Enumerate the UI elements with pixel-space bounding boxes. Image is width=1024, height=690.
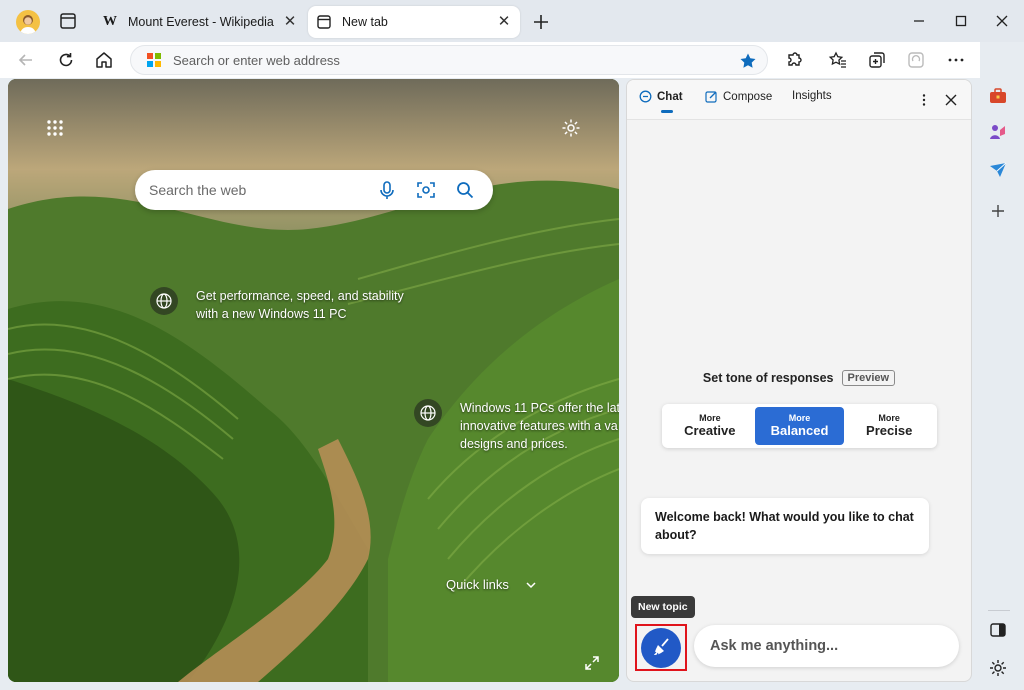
tab-title: New tab (342, 15, 388, 29)
tone-balanced-button[interactable]: More Balanced (754, 407, 845, 445)
info-card-line: Get performance, speed, and stability (196, 289, 404, 303)
sidebar-settings-gear-icon[interactable] (988, 658, 1008, 678)
compose-icon (705, 91, 717, 103)
games-icon[interactable] (988, 122, 1008, 142)
add-sidebar-item-icon[interactable] (988, 201, 1008, 221)
tab-chat[interactable]: Chat (639, 90, 683, 113)
tab-wikipedia[interactable]: W Mount Everest - Wikipedia ✕ (92, 6, 306, 38)
visual-search-icon[interactable] (415, 179, 437, 201)
collections-icon[interactable] (865, 48, 889, 72)
info-card-line: innovative features with a va (460, 419, 618, 433)
extensions-icon[interactable] (782, 48, 806, 72)
preview-badge: Preview (841, 370, 896, 386)
web-search-box[interactable]: Search the web (135, 170, 493, 210)
favorites-icon[interactable] (826, 48, 850, 72)
tone-header: Set tone of responses Preview (627, 370, 971, 386)
tone-precise-button[interactable]: More Precise (844, 407, 934, 445)
new-tab-icon (316, 14, 332, 30)
page-settings-gear-icon[interactable] (561, 118, 581, 138)
wikipedia-icon: W (103, 14, 117, 29)
microphone-icon[interactable] (376, 179, 398, 201)
back-button[interactable] (14, 48, 38, 72)
info-card-line: with a new Windows 11 PC (196, 307, 347, 321)
tone-name: Creative (684, 423, 736, 438)
tone-selector: More Creative More Balanced More Precise (662, 404, 937, 448)
tab-title: Mount Everest - Wikipedia (128, 15, 274, 29)
new-tab-page: Search the web Get performance, speed, a… (8, 79, 619, 682)
quick-links-toggle[interactable]: Quick links (446, 577, 537, 592)
ask-input-box[interactable] (694, 625, 959, 667)
outlook-icon[interactable] (988, 160, 1008, 180)
tab-insights[interactable]: Insights (792, 90, 832, 102)
refresh-button[interactable] (54, 48, 78, 72)
minimize-button[interactable] (908, 10, 930, 32)
close-tab-icon[interactable]: ✕ (282, 14, 298, 30)
new-topic-button[interactable] (641, 628, 681, 668)
broom-icon (652, 638, 669, 656)
chat-icon (639, 90, 652, 103)
sidebar-divider (988, 610, 1010, 611)
welcome-message-bubble: Welcome back! What would you like to cha… (641, 498, 929, 554)
close-tab-icon[interactable]: ✕ (496, 14, 512, 30)
bing-chat-panel: Chat Compose Insights Set tone of respon… (626, 79, 972, 682)
search-icon[interactable] (454, 179, 476, 201)
home-button[interactable] (92, 48, 116, 72)
apps-launcher-icon[interactable] (46, 119, 64, 137)
profile-avatar[interactable] (16, 10, 40, 34)
web-search-placeholder: Search the web (149, 182, 247, 198)
tab-insights-label: Insights (792, 90, 832, 102)
tone-name: Precise (866, 423, 913, 438)
globe-icon (414, 399, 442, 427)
close-window-button[interactable] (991, 10, 1013, 32)
tone-more-label: More (788, 413, 811, 423)
maximize-button[interactable] (950, 10, 972, 32)
tab-compose[interactable]: Compose (705, 90, 772, 103)
chevron-down-icon (525, 579, 537, 591)
navigation-bar (0, 42, 1024, 78)
more-options-icon[interactable] (916, 92, 932, 108)
tab-new-tab[interactable]: New tab ✕ (308, 6, 520, 38)
info-card-windows-pc[interactable]: Get performance, speed, and stability wi… (150, 287, 404, 323)
tone-creative-button[interactable]: More Creative (665, 407, 755, 445)
globe-icon (150, 287, 178, 315)
close-panel-button[interactable] (942, 91, 960, 109)
tone-more-label: More (878, 413, 900, 423)
quick-links-label: Quick links (446, 577, 509, 592)
address-bar[interactable] (130, 45, 768, 75)
tools-icon[interactable] (988, 86, 1008, 106)
browser-essentials-icon[interactable] (904, 48, 928, 72)
title-bar: W Mount Everest - Wikipedia ✕ New tab ✕ (0, 0, 1024, 42)
expand-icon[interactable] (584, 655, 600, 671)
active-tab-indicator (661, 110, 673, 113)
tone-title: Set tone of responses (702, 371, 834, 385)
favorite-star-icon[interactable] (739, 52, 757, 70)
panel-tabs: Chat Compose Insights (627, 80, 971, 120)
new-topic-tooltip: New topic (631, 596, 695, 618)
microsoft-logo-icon (147, 53, 161, 67)
right-sidebar (980, 42, 1024, 690)
hide-sidebar-icon[interactable] (988, 620, 1008, 640)
more-options-icon[interactable] (944, 48, 968, 72)
tone-more-label: More (699, 413, 721, 423)
address-input[interactable] (173, 52, 733, 68)
info-card-line: Windows 11 PCs offer the lat (460, 401, 619, 415)
info-card-line: designs and prices. (460, 437, 568, 451)
new-topic-highlight (635, 624, 687, 671)
tab-actions-icon[interactable] (58, 11, 78, 31)
tone-name: Balanced (770, 423, 829, 438)
ask-input[interactable] (710, 638, 940, 654)
tab-chat-label: Chat (657, 90, 683, 103)
new-tab-button[interactable] (530, 11, 552, 33)
tab-compose-label: Compose (723, 90, 773, 103)
info-card-windows-features[interactable]: Windows 11 PCs offer the lat innovative … (414, 399, 619, 453)
